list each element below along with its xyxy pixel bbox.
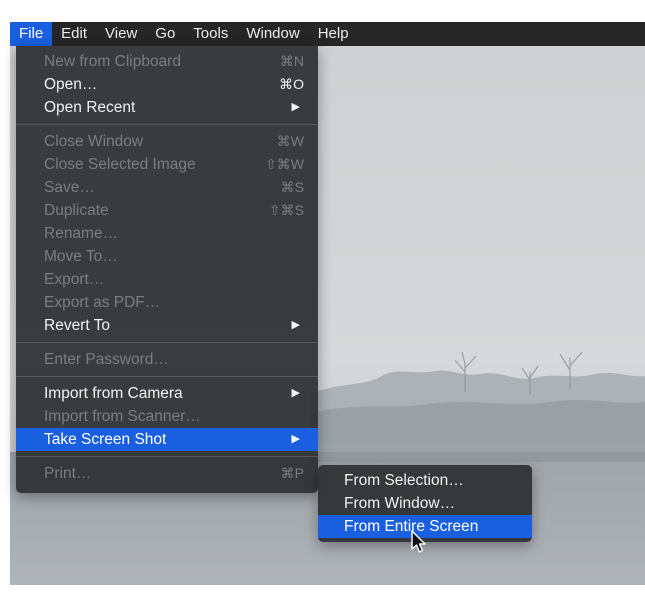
menu-item-take-screen-shot[interactable]: Take Screen Shot ▶ <box>16 428 318 451</box>
menu-item-label: Export… <box>44 271 105 288</box>
submenu-arrow-icon: ▶ <box>291 319 300 331</box>
menu-item-label: Print… <box>44 465 92 482</box>
menu-item-label: Enter Password… <box>44 351 169 368</box>
menu-item-open[interactable]: Open… ⌘O <box>16 73 318 96</box>
menu-item-open-recent[interactable]: Open Recent ▶ <box>16 96 318 119</box>
menu-item-label: Import from Scanner… <box>44 408 201 425</box>
menu-item-label: Move To… <box>44 248 118 265</box>
menu-item-label: Rename… <box>44 225 119 242</box>
menu-item-label: Export as PDF… <box>44 294 161 311</box>
shortcut-label: ⌘P <box>280 465 304 481</box>
file-menu-dropdown: New from Clipboard ⌘N Open… ⌘O Open Rece… <box>16 46 318 493</box>
menu-item-label: Open Recent <box>44 99 136 116</box>
menu-item-rename[interactable]: Rename… <box>16 222 318 245</box>
menu-separator <box>16 124 318 125</box>
menu-view[interactable]: View <box>96 22 146 46</box>
menu-item-export[interactable]: Export… <box>16 268 318 291</box>
menu-separator <box>16 456 318 457</box>
menu-item-import-from-camera[interactable]: Import from Camera ▶ <box>16 382 318 405</box>
menu-edit[interactable]: Edit <box>52 22 96 46</box>
menu-tools[interactable]: Tools <box>184 22 237 46</box>
menu-item-label: From Window… <box>344 495 456 512</box>
menu-item-save[interactable]: Save… ⌘S <box>16 176 318 199</box>
menu-go[interactable]: Go <box>146 22 184 46</box>
menu-item-label: From Selection… <box>344 472 464 489</box>
submenu-arrow-icon: ▶ <box>291 387 300 399</box>
menu-item-close-selected-image[interactable]: Close Selected Image ⇧⌘W <box>16 153 318 176</box>
shortcut-label: ⌘N <box>279 53 304 69</box>
shortcut-label: ⌘O <box>279 76 304 92</box>
menu-item-move-to[interactable]: Move To… <box>16 245 318 268</box>
menu-item-label: Open… <box>44 76 98 93</box>
shortcut-label: ⇧⌘S <box>268 202 304 218</box>
menu-item-revert-to[interactable]: Revert To ▶ <box>16 314 318 337</box>
menu-item-label: Save… <box>44 179 95 196</box>
menu-bar: File Edit View Go Tools Window Help <box>10 22 645 46</box>
menu-separator <box>16 376 318 377</box>
menu-item-print[interactable]: Print… ⌘P <box>16 462 318 485</box>
submenu-item-from-window[interactable]: From Window… <box>318 492 532 515</box>
menu-item-label: Take Screen Shot <box>44 431 167 448</box>
menu-item-export-as-pdf[interactable]: Export as PDF… <box>16 291 318 314</box>
menu-item-label: Duplicate <box>44 202 109 219</box>
menu-window[interactable]: Window <box>237 22 308 46</box>
shortcut-label: ⇧⌘W <box>265 156 304 172</box>
submenu-arrow-icon: ▶ <box>291 433 300 445</box>
menu-item-label: New from Clipboard <box>44 53 181 70</box>
menu-item-new-from-clipboard[interactable]: New from Clipboard ⌘N <box>16 50 318 73</box>
shortcut-label: ⌘W <box>276 133 304 149</box>
menu-item-import-from-scanner[interactable]: Import from Scanner… <box>16 405 318 428</box>
menu-help[interactable]: Help <box>309 22 358 46</box>
menu-item-label: Import from Camera <box>44 385 183 402</box>
menu-item-enter-password[interactable]: Enter Password… <box>16 348 318 371</box>
screenshot-stage: File Edit View Go Tools Window Help New … <box>0 0 645 595</box>
menu-item-label: Close Selected Image <box>44 156 196 173</box>
menu-item-label: Close Window <box>44 133 144 150</box>
menu-item-duplicate[interactable]: Duplicate ⇧⌘S <box>16 199 318 222</box>
arrow-cursor-icon <box>411 530 427 559</box>
menu-separator <box>16 342 318 343</box>
menu-file[interactable]: File <box>10 22 53 46</box>
submenu-item-from-selection[interactable]: From Selection… <box>318 469 532 492</box>
submenu-arrow-icon: ▶ <box>291 101 300 113</box>
menu-item-close-window[interactable]: Close Window ⌘W <box>16 130 318 153</box>
menu-item-label: Revert To <box>44 317 111 334</box>
shortcut-label: ⌘S <box>280 179 304 195</box>
